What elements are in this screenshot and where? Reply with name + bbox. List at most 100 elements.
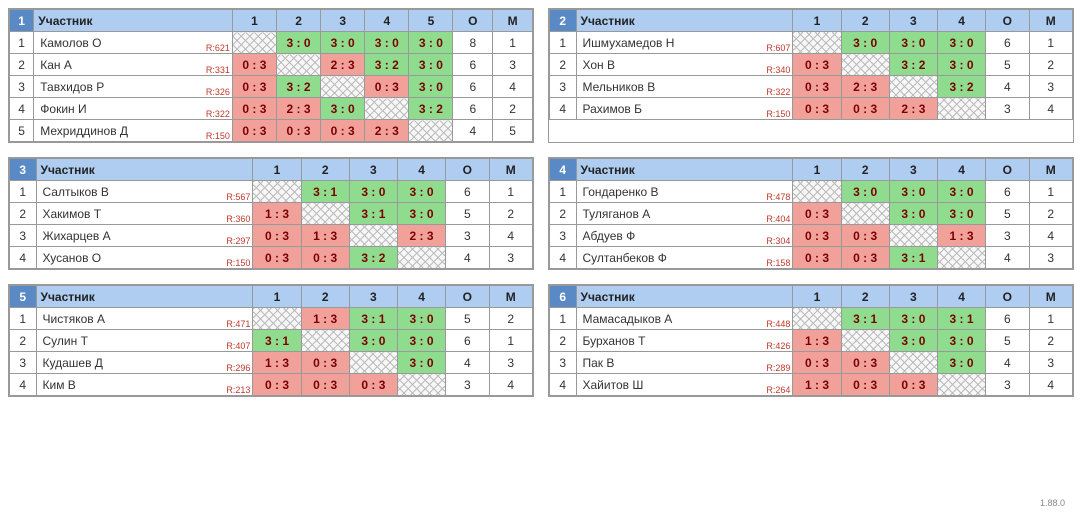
score-cell: 3 : 0 [409, 32, 453, 54]
player-name: Хакимов Т [43, 207, 102, 221]
place-M: 3 [1029, 247, 1072, 269]
group-table-1: 1Участник12345ОМ1Камолов ОR:6213 : 03 : … [8, 8, 534, 143]
place-M: 1 [1029, 181, 1072, 203]
points-O: 4 [986, 247, 1029, 269]
player-name-cell: Камолов ОR:621 [34, 32, 233, 54]
score-cell: 3 : 0 [937, 352, 985, 374]
self-cell [397, 247, 445, 269]
group-number: 4 [550, 159, 577, 181]
table-row: 1Ишмухамедов НR:6073 : 03 : 03 : 061 [550, 32, 1073, 54]
score-cell: 3 : 2 [365, 54, 409, 76]
score-cell: 0 : 3 [232, 98, 276, 120]
score-cell: 3 : 0 [397, 330, 445, 352]
score-cell: 2 : 3 [397, 225, 445, 247]
col-round-3: 3 [321, 10, 365, 32]
score-cell: 0 : 3 [349, 374, 397, 396]
score-cell: 3 : 0 [349, 330, 397, 352]
col-round-1: 1 [232, 10, 276, 32]
place-M: 2 [1029, 203, 1072, 225]
row-index: 4 [10, 374, 37, 396]
col-M: М [1029, 159, 1072, 181]
table-row: 3Тавхидов РR:3260 : 33 : 20 : 33 : 064 [10, 76, 533, 98]
score-cell: 3 : 2 [937, 76, 985, 98]
score-cell: 3 : 0 [397, 181, 445, 203]
self-cell [937, 374, 985, 396]
points-O: 3 [446, 225, 489, 247]
col-round-1: 1 [253, 286, 301, 308]
col-round-2: 2 [301, 286, 349, 308]
player-rating: R:150 [226, 258, 250, 268]
player-rating: R:150 [766, 109, 790, 119]
table-row: 1Салтыков ВR:5673 : 13 : 03 : 061 [10, 181, 533, 203]
player-name-cell: Сулин ТR:407 [36, 330, 253, 352]
place-M: 2 [489, 308, 532, 330]
table-row: 2Хон ВR:3400 : 33 : 23 : 052 [550, 54, 1073, 76]
score-cell: 3 : 1 [253, 330, 301, 352]
player-rating: R:621 [206, 43, 230, 53]
group-table-2: 2Участник1234ОМ1Ишмухамедов НR:6073 : 03… [548, 8, 1074, 143]
player-name-cell: Мехриддинов ДR:150 [34, 120, 233, 142]
score-cell: 2 : 3 [276, 98, 320, 120]
score-cell: 1 : 3 [253, 203, 301, 225]
player-rating: R:567 [226, 192, 250, 202]
points-O: 6 [453, 76, 493, 98]
player-name-cell: Султанбеков ФR:158 [576, 247, 793, 269]
score-cell: 0 : 3 [793, 98, 841, 120]
score-cell: 0 : 3 [841, 352, 889, 374]
row-index: 2 [10, 54, 34, 76]
place-M: 4 [489, 374, 532, 396]
points-O: 5 [986, 330, 1029, 352]
self-cell [889, 352, 937, 374]
points-O: 6 [986, 32, 1029, 54]
col-O: О [986, 286, 1029, 308]
score-cell: 3 : 2 [349, 247, 397, 269]
self-cell [365, 98, 409, 120]
table-row: 4Фокин ИR:3220 : 32 : 33 : 03 : 262 [10, 98, 533, 120]
player-name: Чистяков А [43, 312, 105, 326]
table-row: 4Хусанов ОR:1500 : 30 : 33 : 243 [10, 247, 533, 269]
score-cell: 3 : 0 [937, 32, 985, 54]
score-cell: 0 : 3 [232, 76, 276, 98]
table-row: 4Рахимов БR:1500 : 30 : 32 : 334 [550, 98, 1073, 120]
points-O: 5 [446, 203, 489, 225]
self-cell [793, 181, 841, 203]
col-M: М [1029, 10, 1072, 32]
score-cell: 3 : 0 [276, 32, 320, 54]
row-index: 1 [550, 308, 577, 330]
row-index: 2 [550, 54, 577, 76]
score-cell: 3 : 1 [349, 203, 397, 225]
self-cell [841, 203, 889, 225]
row-index: 1 [10, 32, 34, 54]
player-rating: R:404 [766, 214, 790, 224]
self-cell [253, 181, 301, 203]
version-label: 1.88.0 [1040, 498, 1065, 508]
table-row: 4Ким ВR:2130 : 30 : 30 : 334 [10, 374, 533, 396]
score-cell: 3 : 0 [397, 308, 445, 330]
score-cell: 3 : 0 [889, 330, 937, 352]
player-name: Ким В [43, 378, 76, 392]
points-O: 6 [986, 308, 1029, 330]
place-M: 1 [489, 181, 532, 203]
self-cell [793, 308, 841, 330]
place-M: 5 [493, 120, 533, 142]
score-cell: 3 : 0 [409, 76, 453, 98]
player-name: Фокин И [40, 102, 86, 116]
player-rating: R:340 [766, 65, 790, 75]
player-name: Кудашев Д [43, 356, 103, 370]
row-index: 2 [550, 330, 577, 352]
player-name-cell: Ишмухамедов НR:607 [576, 32, 793, 54]
score-cell: 3 : 0 [409, 54, 453, 76]
player-name: Салтыков В [43, 185, 109, 199]
player-rating: R:360 [226, 214, 250, 224]
col-participant: Участник [36, 159, 253, 181]
col-M: М [493, 10, 533, 32]
self-cell [349, 352, 397, 374]
group-number: 6 [550, 286, 577, 308]
player-name-cell: Хайитов ШR:264 [576, 374, 793, 396]
col-round-4: 4 [937, 286, 985, 308]
row-index: 3 [10, 76, 34, 98]
col-round-3: 3 [889, 10, 937, 32]
score-cell: 1 : 3 [301, 308, 349, 330]
player-name: Рахимов Б [583, 102, 643, 116]
points-O: 3 [986, 374, 1029, 396]
